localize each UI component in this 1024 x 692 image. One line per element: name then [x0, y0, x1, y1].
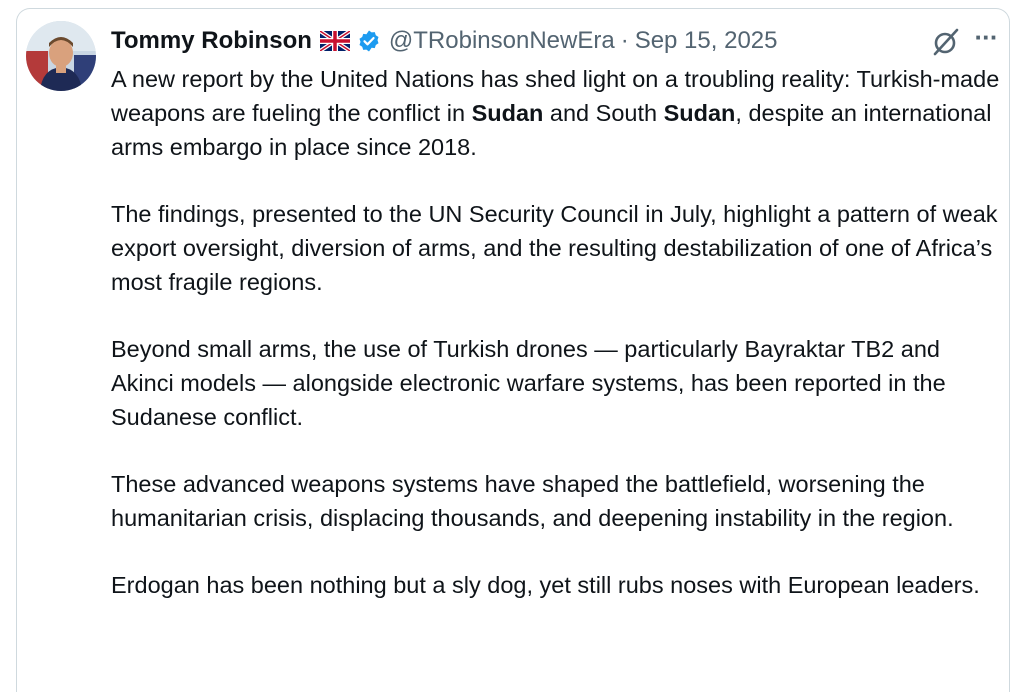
more-options-button[interactable]: ··· — [970, 22, 1002, 58]
post-paragraph-1: A new report by the United Nations has s… — [111, 62, 1001, 164]
post-date[interactable]: Sep 15, 2025 — [635, 27, 778, 55]
avatar-image — [26, 21, 96, 91]
post-body: A new report by the United Nations has s… — [111, 62, 1001, 635]
avatar[interactable] — [26, 21, 96, 91]
verified-badge-icon — [357, 29, 381, 53]
grok-icon[interactable] — [930, 26, 962, 58]
uk-flag-icon — [318, 29, 352, 53]
highlight-term: Sudan — [663, 100, 736, 126]
post-paragraph-5: Erdogan has been nothing but a sly dog, … — [111, 572, 980, 598]
post-paragraph-4: These advanced weapons systems have shap… — [111, 471, 954, 531]
post-header: Tommy Robinson @TRobinsonNewEra · Sep 15… — [111, 24, 994, 58]
author-handle[interactable]: @TRobinsonNewEra — [389, 27, 615, 55]
highlight-term: Sudan — [471, 100, 544, 126]
post-paragraph-3: Beyond small arms, the use of Turkish dr… — [111, 336, 946, 430]
post-paragraph-2: The findings, presented to the UN Securi… — [111, 201, 998, 295]
author-name[interactable]: Tommy Robinson — [111, 27, 312, 55]
post-text: and South — [543, 100, 664, 126]
header-separator: · — [620, 27, 629, 54]
